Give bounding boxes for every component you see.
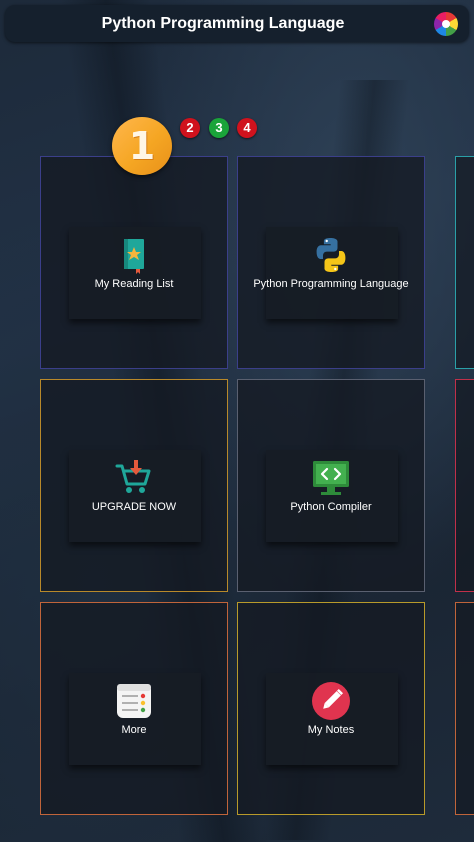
page-indicator-4[interactable]: 4 [237, 118, 257, 138]
tile-label: My Reading List [94, 278, 174, 290]
tile-my-notes[interactable]: My Notes [237, 602, 425, 815]
tile-label: Python Programming Language [253, 278, 409, 290]
shopping-cart-icon [115, 460, 151, 493]
list-menu-icon [117, 684, 151, 718]
tile-label: Python Compiler [290, 501, 372, 513]
python-logo-icon [316, 238, 346, 272]
app-header: Python Programming Language [5, 5, 469, 42]
pencil-icon [312, 682, 350, 720]
tile-label: My Notes [307, 724, 355, 736]
page-indicator-current[interactable]: 1 [112, 117, 172, 175]
code-monitor-icon [313, 461, 349, 495]
page-indicator-3[interactable]: 3 [209, 118, 229, 138]
tile-python-compiler[interactable]: Python Compiler [237, 379, 425, 592]
tile-label: More [121, 724, 147, 736]
tile-my-reading-list[interactable]: My Reading List [40, 156, 228, 369]
tile-python-programming-language[interactable]: Python Programming Language [237, 156, 425, 369]
tile-label: UPGRADE NOW [91, 501, 177, 513]
tile-offscreen[interactable] [455, 379, 474, 592]
tile-upgrade-now[interactable]: UPGRADE NOW [40, 379, 228, 592]
reading-list-icon [124, 239, 144, 274]
tile-offscreen[interactable] [455, 156, 474, 369]
app-title: Python Programming Language [101, 15, 345, 32]
page-indicator-2[interactable]: 2 [180, 118, 200, 138]
tile-more[interactable]: More [40, 602, 228, 815]
color-wheel-icon[interactable] [434, 12, 458, 36]
tile-offscreen[interactable] [455, 602, 474, 815]
